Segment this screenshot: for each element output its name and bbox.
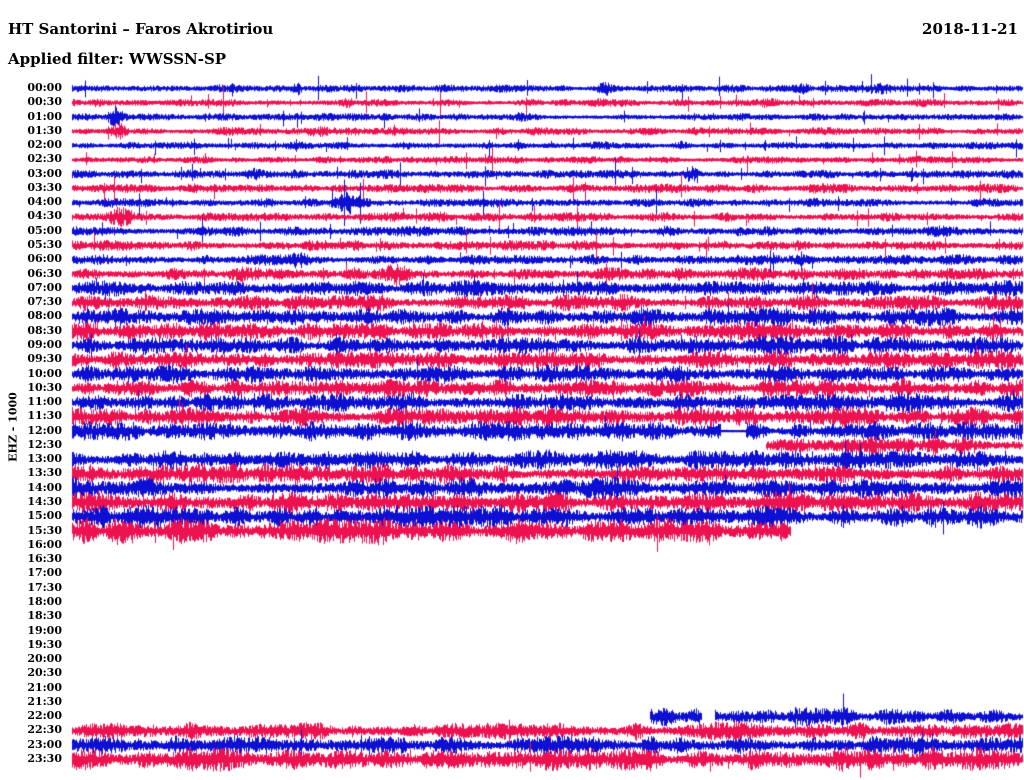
- time-label: 23:30: [27, 752, 62, 765]
- time-label: 20:00: [27, 652, 62, 666]
- time-label: 11:30: [27, 409, 62, 423]
- time-label: 01:30: [27, 123, 62, 137]
- time-label: 08:00: [27, 309, 62, 323]
- time-label: 12:30: [27, 437, 62, 451]
- time-label: 08:30: [27, 323, 62, 337]
- time-label: 09:30: [27, 352, 62, 366]
- time-label: 23:00: [27, 737, 62, 751]
- time-label: 11:00: [27, 395, 62, 409]
- time-label: 03:30: [27, 180, 62, 194]
- time-label: 22:00: [27, 709, 62, 723]
- time-label: 05:30: [27, 238, 62, 252]
- time-label: 21:00: [27, 680, 62, 694]
- time-label: 01:00: [27, 109, 62, 123]
- time-label: 07:00: [27, 280, 62, 294]
- time-label: 06:30: [27, 266, 62, 280]
- time-label: 21:30: [27, 694, 62, 708]
- time-label: 05:00: [27, 223, 62, 237]
- time-label: 06:00: [27, 252, 62, 266]
- time-label: 13:30: [27, 466, 62, 480]
- helicorder-page: HT Santorini – Faros Akrotiriou Applied …: [0, 0, 1024, 780]
- time-label: 18:30: [27, 609, 62, 623]
- time-label: 03:00: [27, 166, 62, 180]
- time-label: 17:00: [27, 566, 62, 580]
- helicorder-canvas: [0, 0, 1024, 780]
- time-label: 10:00: [27, 366, 62, 380]
- time-label: 19:30: [27, 637, 62, 651]
- time-label: 13:00: [27, 452, 62, 466]
- time-label: 18:00: [27, 594, 62, 608]
- time-label: 20:30: [27, 666, 62, 680]
- time-label: 14:00: [27, 480, 62, 494]
- time-label: 00:30: [27, 95, 62, 109]
- time-label: 02:30: [27, 152, 62, 166]
- time-label: 19:00: [27, 623, 62, 637]
- time-label: 16:30: [27, 552, 62, 566]
- time-label: 12:00: [27, 423, 62, 437]
- time-label: 17:30: [27, 580, 62, 594]
- time-label: 22:30: [27, 723, 62, 737]
- time-label: 15:30: [27, 523, 62, 537]
- time-label: 14:30: [27, 495, 62, 509]
- time-label: 16:00: [27, 537, 62, 551]
- time-label: 10:30: [27, 380, 62, 394]
- time-label: 00:00: [27, 81, 62, 94]
- time-label: 15:00: [27, 509, 62, 523]
- time-label: 09:00: [27, 337, 62, 351]
- time-label: 07:30: [27, 295, 62, 309]
- time-label: 04:00: [27, 195, 62, 209]
- time-label: 04:30: [27, 209, 62, 223]
- time-label: 02:00: [27, 138, 62, 152]
